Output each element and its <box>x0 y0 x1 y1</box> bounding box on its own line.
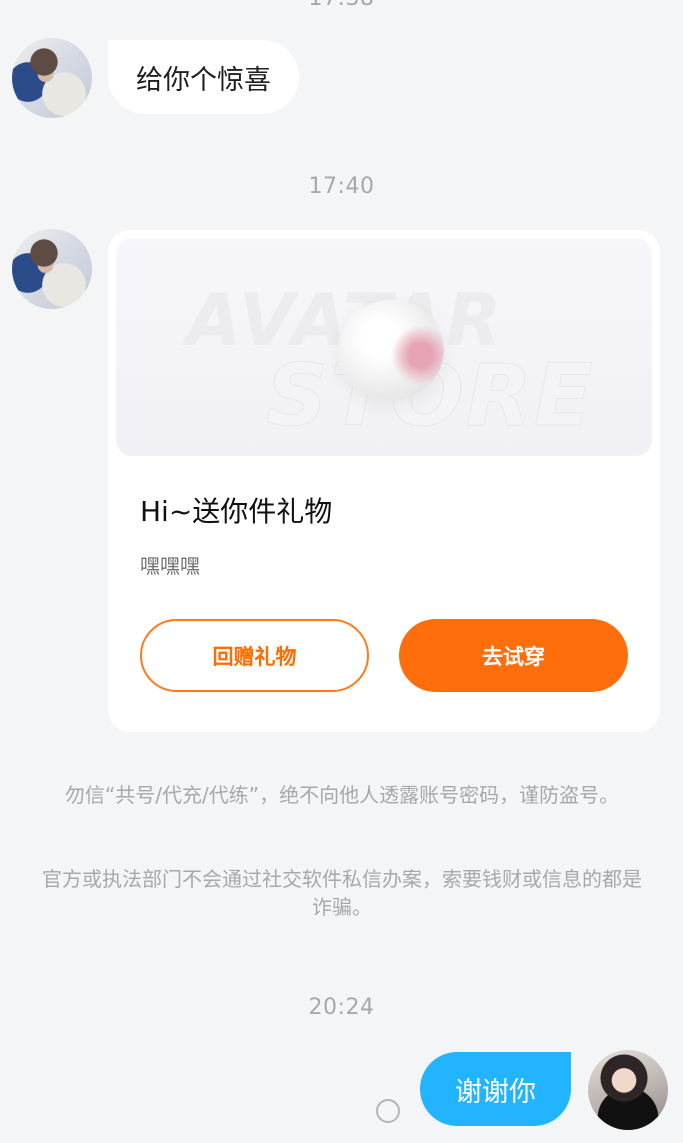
return-gift-label: 回赠礼物 <box>212 644 297 669</box>
message-text: 谢谢你 <box>455 1076 536 1108</box>
time-label: 17:40 <box>308 174 375 199</box>
sender-avatar[interactable] <box>12 229 92 309</box>
outgoing-message-bubble[interactable]: 谢谢你 <box>420 1052 571 1126</box>
message-text: 给你个惊喜 <box>136 64 271 96</box>
gift-item-image <box>338 300 444 400</box>
gift-card-subtitle: 嘿嘿嘿 <box>140 554 200 578</box>
security-notice: 勿信“共号/代充/代练”，绝不向他人透露账号密码，谨防盗号。 <box>64 783 620 807</box>
send-status-icon <box>376 1099 400 1123</box>
time-label-top: 17:38 <box>0 0 683 11</box>
self-avatar[interactable] <box>588 1050 668 1130</box>
return-gift-button[interactable]: 回赠礼物 <box>140 619 369 692</box>
gift-card-image: AVATAR STORE <box>116 238 652 456</box>
try-on-label: 去试穿 <box>482 644 545 669</box>
try-on-button[interactable]: 去试穿 <box>399 619 628 692</box>
sender-avatar[interactable] <box>12 38 92 118</box>
fraud-notice: 官方或执法部门不会通过社交软件私信办案，索要钱财或信息的都是诈骗。 <box>42 867 642 919</box>
gift-card-title: Hi~送你件礼物 <box>140 495 333 528</box>
gift-card[interactable]: AVATAR STORE Hi~送你件礼物 嘿嘿嘿 回赠礼物 去试穿 <box>108 230 660 732</box>
time-label: 20:24 <box>308 995 375 1020</box>
incoming-message-bubble[interactable]: 给你个惊喜 <box>108 40 299 114</box>
